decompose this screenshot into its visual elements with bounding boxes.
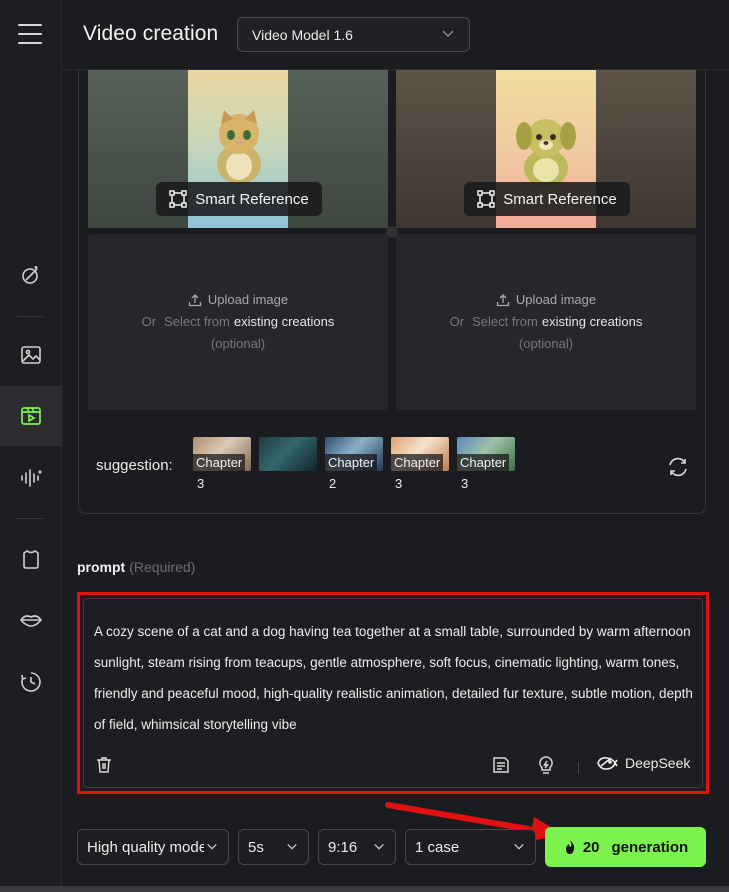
page-title: Video creation <box>83 22 219 45</box>
or-label: Or <box>141 314 157 329</box>
ratio-select-value: 9:16 <box>328 838 358 856</box>
chevron-down-icon <box>511 842 525 852</box>
lightbulb-icon[interactable] <box>536 755 556 775</box>
suggestion-tag: Chapter <box>325 454 378 471</box>
generate-label: generation <box>611 838 689 856</box>
smart-reference-button[interactable]: Smart Reference <box>156 182 322 216</box>
prompt-text[interactable]: A cozy scene of a cat and a dog having t… <box>94 616 694 740</box>
upload-image-label[interactable]: Upload image <box>516 292 596 307</box>
suggestion-thumb[interactable]: Chapter <box>193 437 251 471</box>
trash-icon[interactable] <box>94 755 114 775</box>
deepseek-whale-icon <box>597 757 618 770</box>
suggestion-thumb[interactable]: Chapter <box>457 437 515 471</box>
sidebar-divider <box>17 518 43 519</box>
optional-label: (optional) <box>518 336 574 351</box>
model-select[interactable]: Video Model 1.6 <box>237 17 470 52</box>
prompt-textarea[interactable]: A cozy scene of a cat and a dog having t… <box>83 598 703 788</box>
suggestion-num: 2 <box>329 476 337 491</box>
upload-slot-1[interactable]: Upload image Or Select from existing creat… <box>88 234 388 410</box>
duration-select[interactable]: 5s <box>238 829 309 865</box>
deepseek-label: DeepSeek <box>625 755 691 771</box>
duration-select-value: 5s <box>248 838 264 856</box>
sidebar-item-clothing[interactable] <box>0 529 62 589</box>
menu-icon[interactable] <box>14 20 46 48</box>
quality-select-value: High quality mode <box>87 838 208 856</box>
sidebar-item-video[interactable] <box>0 386 62 446</box>
history-icon <box>21 672 41 692</box>
header: Video creation Video Model 1.6 <box>62 0 729 70</box>
generate-count: 20 <box>582 838 600 856</box>
suggestion-thumb[interactable] <box>259 437 317 471</box>
shirt-icon <box>23 550 39 569</box>
chevron-down-icon <box>204 842 218 852</box>
save-icon[interactable] <box>491 755 511 775</box>
video-icon <box>21 407 41 425</box>
refresh-icon[interactable] <box>667 456 689 478</box>
frame-select-icon <box>477 190 496 208</box>
model-select-value: Video Model 1.6 <box>252 26 353 43</box>
upload-icon <box>188 293 202 306</box>
suggestion-tag: Chapter <box>391 454 444 471</box>
existing-creations-link[interactable]: existing creations <box>542 314 642 329</box>
ratio-select[interactable]: 9:16 <box>318 829 396 865</box>
case-count-select-value: 1 case <box>415 838 460 856</box>
prompt-required-label: (Required) <box>129 559 196 575</box>
suggestion-tag: Chapter <box>457 454 510 471</box>
audio-wave-icon <box>21 469 42 487</box>
suggestion-num: 3 <box>461 476 469 491</box>
reference-panel: Smart Reference Smart Reference Upload i… <box>78 70 706 514</box>
smart-reference-button[interactable]: Smart Reference <box>464 182 630 216</box>
or-label: Or <box>449 314 465 329</box>
select-from-label: Select from <box>164 314 230 329</box>
reference-image-dog[interactable]: Smart Reference <box>396 70 696 228</box>
upload-icon <box>496 293 510 306</box>
generate-button[interactable]: 20 generation <box>545 827 706 867</box>
reference-image-cat[interactable]: Smart Reference <box>88 70 388 228</box>
suggestion-label: suggestion: <box>96 457 173 474</box>
smart-reference-label: Smart Reference <box>195 190 309 208</box>
smart-reference-label: Smart Reference <box>503 190 617 208</box>
case-count-select[interactable]: 1 case <box>405 829 536 865</box>
suggestion-thumb[interactable]: Chapter <box>325 437 383 471</box>
chevron-down-icon <box>442 30 454 38</box>
select-from-label: Select from <box>472 314 538 329</box>
prompt-label: prompt (Required) <box>77 559 195 575</box>
cat-figure <box>217 110 261 184</box>
deepseek-button[interactable]: DeepSeek <box>596 754 690 772</box>
frame-select-icon <box>169 190 188 208</box>
existing-creations-link[interactable]: existing creations <box>234 314 334 329</box>
prompt-label-text: prompt <box>77 559 126 575</box>
image-icon <box>21 346 41 364</box>
suggestion-num: 3 <box>395 476 403 491</box>
upload-image-label[interactable]: Upload image <box>208 292 288 307</box>
sidebar-item-audio[interactable] <box>0 448 62 508</box>
sidebar-item-image[interactable] <box>0 325 62 385</box>
optional-label: (optional) <box>210 336 266 351</box>
chevron-down-icon <box>284 842 298 852</box>
suggestion-tag: Chapter <box>193 454 246 471</box>
sidebar-item-magic[interactable] <box>0 245 62 305</box>
sidebar-divider <box>17 316 43 317</box>
sidebar-item-lipsync[interactable] <box>0 590 62 650</box>
lips-icon <box>20 615 42 627</box>
quality-select[interactable]: High quality mode <box>77 829 229 865</box>
bottom-scrollbar <box>0 886 729 892</box>
sidebar-item-history[interactable] <box>0 652 62 712</box>
toolbar-divider <box>578 762 579 774</box>
suggestion-thumb[interactable]: Chapter <box>391 437 449 471</box>
upload-slot-2[interactable]: Upload image Or Select from existing creat… <box>396 234 696 410</box>
suggestion-num: 3 <box>197 476 205 491</box>
prompt-highlight: A cozy scene of a cat and a dog having t… <box>77 592 709 794</box>
magic-wand-icon <box>22 266 38 284</box>
chevron-down-icon <box>371 842 385 852</box>
dog-figure <box>516 119 576 187</box>
flame-icon <box>565 840 574 854</box>
sidebar <box>0 0 62 892</box>
